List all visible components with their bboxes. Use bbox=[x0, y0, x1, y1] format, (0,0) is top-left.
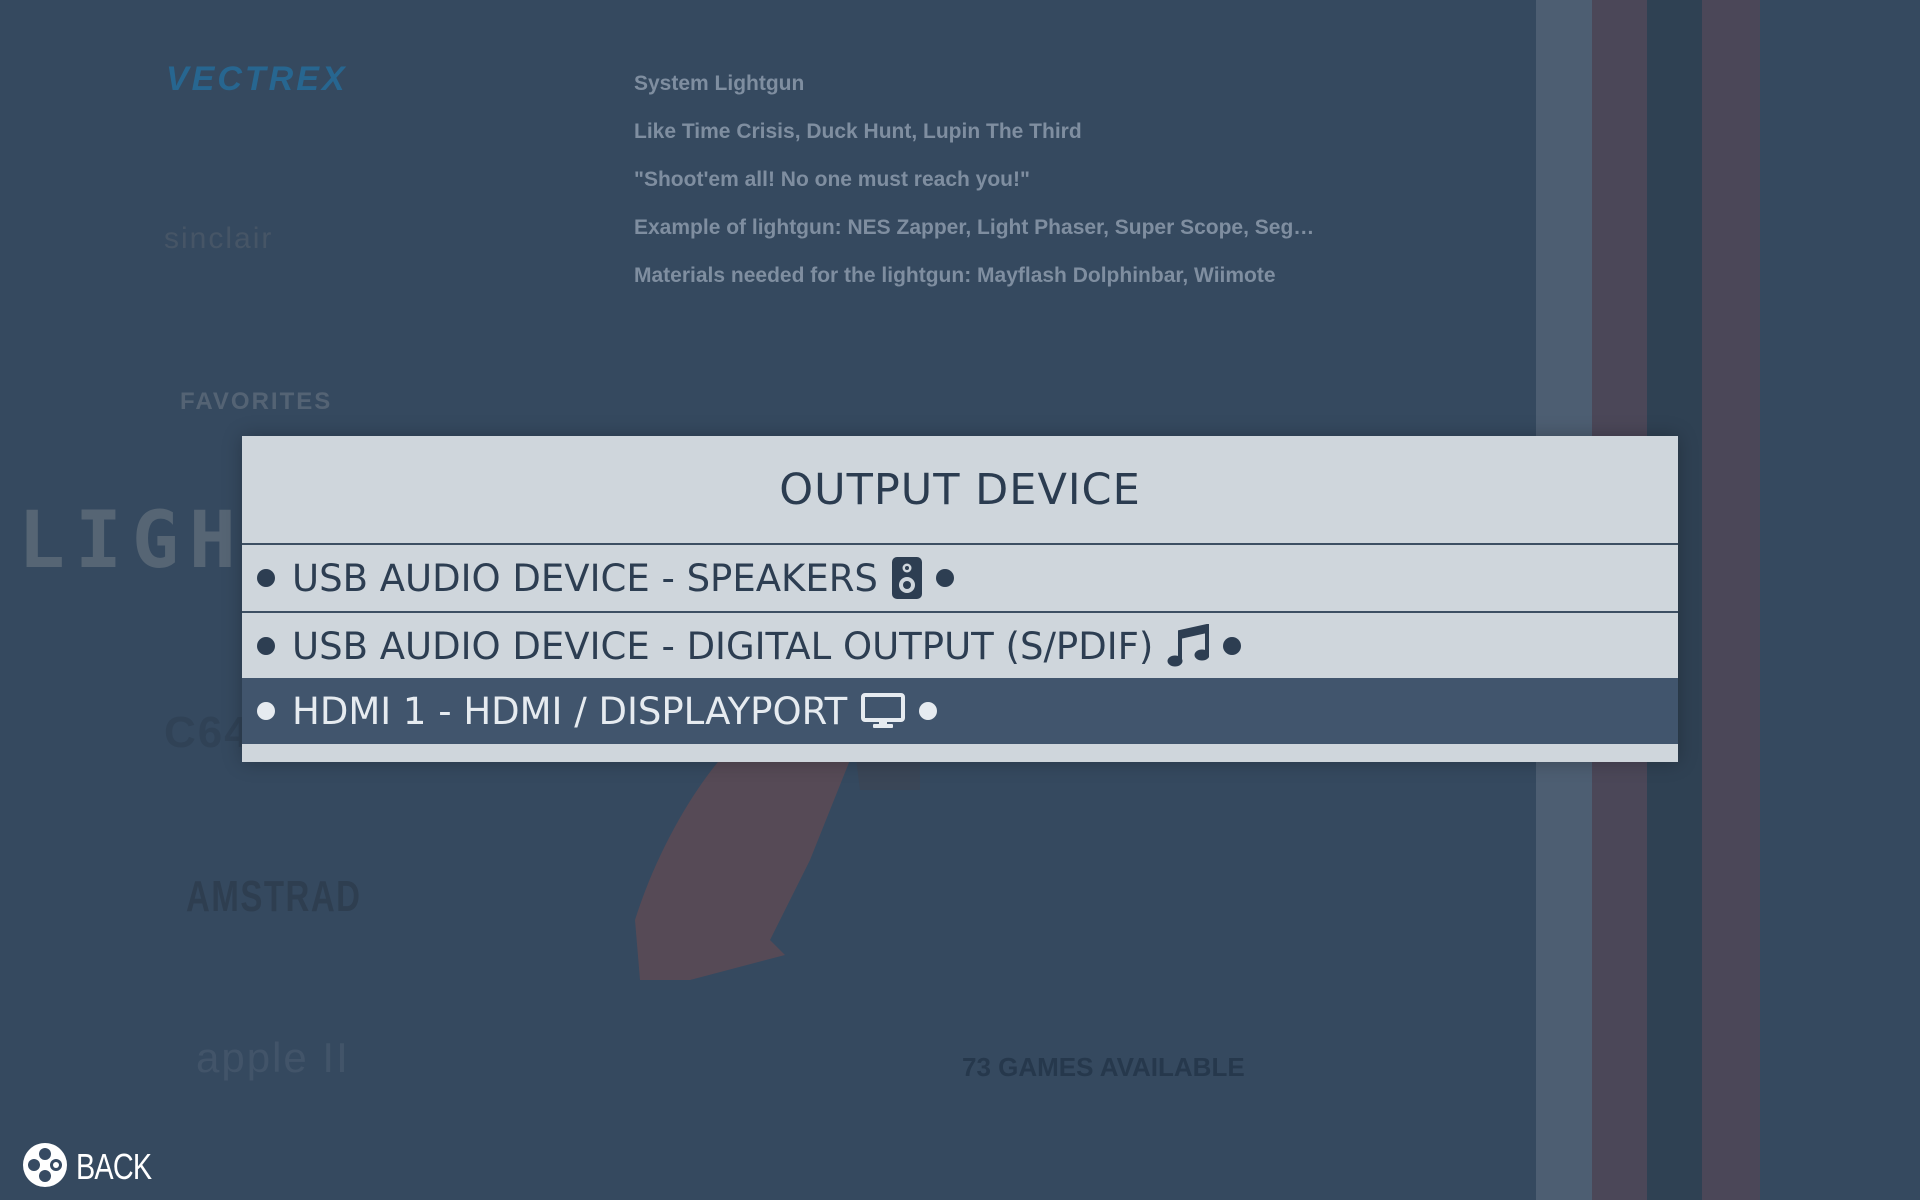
system-logo-vectrex[interactable]: VECTREX bbox=[166, 60, 348, 99]
system-info-line: Like Time Crisis, Duck Hunt, Lupin The T… bbox=[634, 120, 1082, 143]
system-logo-c64[interactable]: C64 bbox=[164, 708, 251, 758]
system-logo-sinclair[interactable]: sinclair bbox=[164, 222, 273, 256]
bullet-icon bbox=[257, 637, 275, 655]
system-info-line: Example of lightgun: NES Zapper, Light P… bbox=[634, 216, 1315, 239]
bullet-icon bbox=[257, 702, 275, 720]
bullet-icon bbox=[919, 702, 938, 720]
bullet-icon bbox=[1223, 637, 1242, 655]
system-logo-apple2[interactable]: apple II bbox=[196, 1034, 350, 1082]
option-usb-spdif[interactable]: USB AUDIO DEVICE - DIGITAL OUTPUT (S/PDI… bbox=[242, 613, 1678, 679]
system-logo-amstrad[interactable]: AMSTRAD bbox=[186, 872, 361, 922]
games-available-count: 73 GAMES AVAILABLE bbox=[962, 1052, 1245, 1082]
decor-stripe bbox=[1702, 0, 1760, 1200]
option-label: USB AUDIO DEVICE - SPEAKERS bbox=[292, 556, 878, 600]
option-hdmi[interactable]: HDMI 1 - HDMI / DISPLAYPORT bbox=[242, 678, 1678, 744]
help-bar: BACK bbox=[22, 1142, 170, 1192]
controller-button-icon bbox=[22, 1142, 68, 1192]
system-info-line: System Lightgun bbox=[634, 72, 805, 95]
system-logo-favorites[interactable]: FAVORITES bbox=[180, 388, 332, 416]
bullet-icon bbox=[257, 569, 275, 587]
music-note-icon bbox=[1167, 624, 1210, 668]
speaker-icon bbox=[891, 557, 922, 599]
back-label[interactable]: BACK bbox=[76, 1146, 152, 1188]
monitor-icon bbox=[861, 693, 906, 729]
system-info-line: "Shoot'em all! No one must reach you!" bbox=[634, 168, 1030, 191]
system-info-line: Materials needed for the lightgun: Mayfl… bbox=[634, 264, 1276, 287]
option-usb-speakers[interactable]: USB AUDIO DEVICE - SPEAKERS bbox=[242, 545, 1678, 613]
option-label: HDMI 1 - HDMI / DISPLAYPORT bbox=[292, 689, 848, 733]
dialog-title: OUTPUT DEVICE bbox=[242, 436, 1678, 545]
bullet-icon bbox=[935, 569, 954, 587]
output-device-dialog: OUTPUT DEVICE USB AUDIO DEVICE - SPEAKER… bbox=[242, 436, 1678, 762]
option-label: USB AUDIO DEVICE - DIGITAL OUTPUT (S/PDI… bbox=[292, 624, 1154, 668]
